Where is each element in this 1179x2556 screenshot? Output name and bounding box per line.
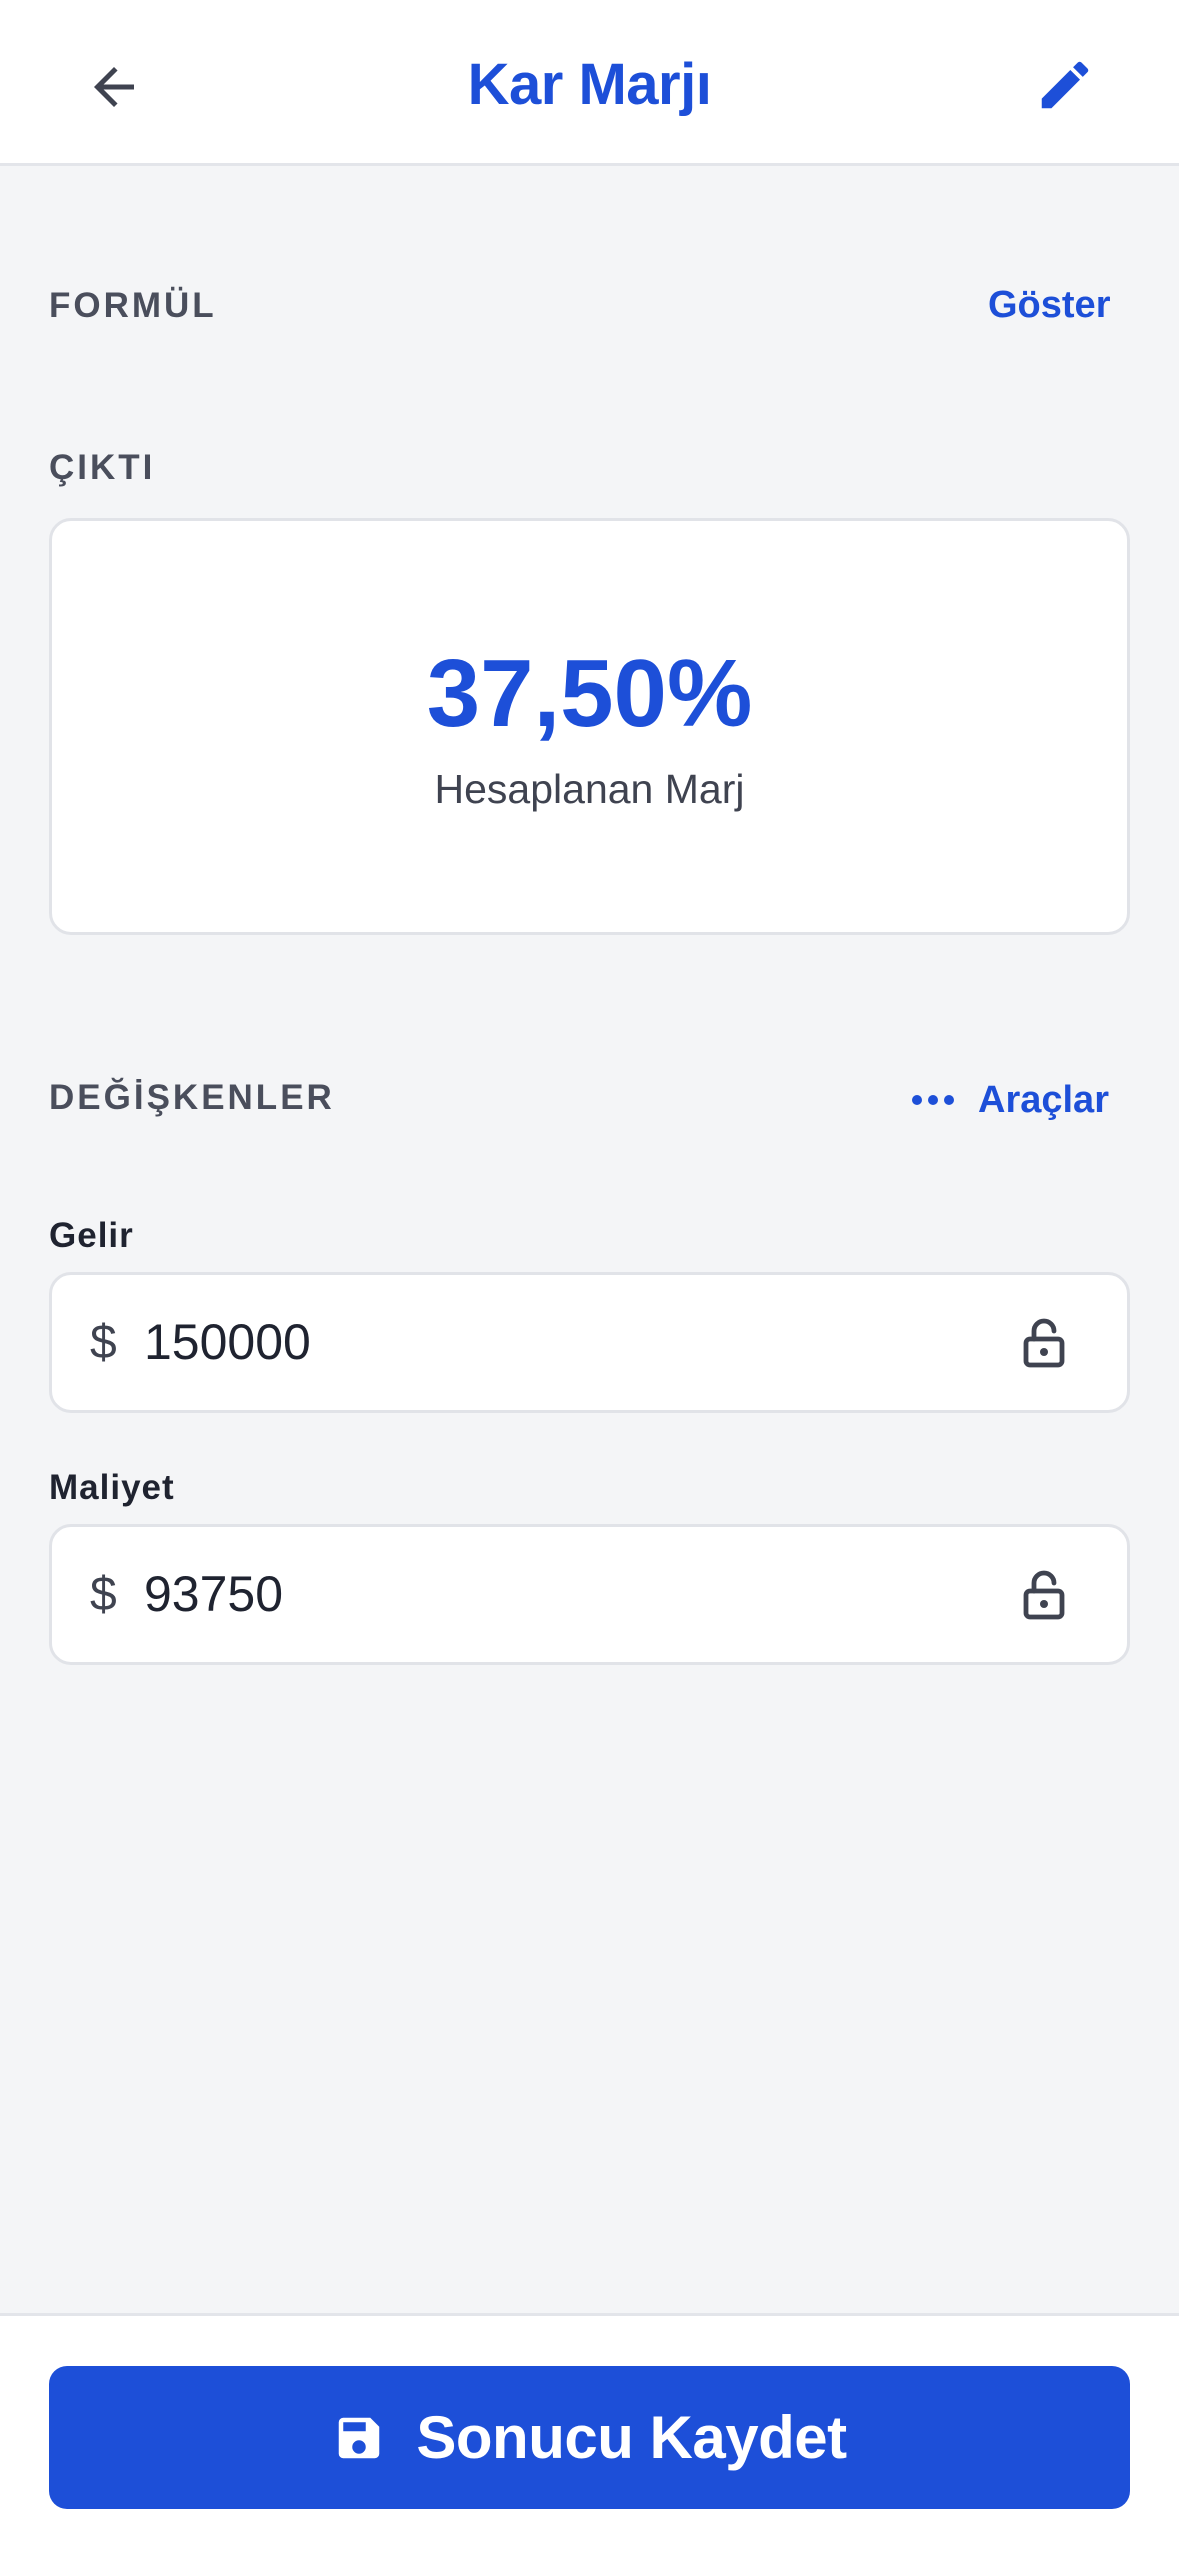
field-maliyet: $ bbox=[49, 1524, 1130, 1665]
top-bar: Kar Marjı bbox=[0, 0, 1179, 166]
lock-toggle-gelir[interactable] bbox=[1014, 1313, 1074, 1373]
output-caption: Hesaplanan Marj bbox=[434, 766, 745, 812]
unlock-icon bbox=[1023, 1570, 1065, 1620]
tools-label: Araçlar bbox=[978, 1078, 1109, 1121]
save-result-button[interactable]: Sonucu Kaydet bbox=[49, 2366, 1130, 2509]
field-label-gelir: Gelir bbox=[49, 1216, 134, 1255]
more-horizontal-icon bbox=[912, 1095, 954, 1105]
show-formula-link[interactable]: Göster bbox=[988, 284, 1110, 327]
app-screen: Kar Marjı FORMÜL Göster ÇIKTI 37,50% Hes… bbox=[0, 0, 1179, 2556]
currency-symbol: $ bbox=[90, 1568, 117, 1621]
output-section-label: ÇIKTI bbox=[49, 448, 156, 487]
save-result-label: Sonucu Kaydet bbox=[416, 2404, 847, 2471]
maliyet-input[interactable] bbox=[144, 1527, 944, 1662]
lock-toggle-maliyet[interactable] bbox=[1014, 1565, 1074, 1625]
bottom-bar: Sonucu Kaydet bbox=[0, 2313, 1179, 2556]
field-gelir: $ bbox=[49, 1272, 1130, 1413]
formula-section-label: FORMÜL bbox=[49, 286, 217, 325]
output-value: 37,50% bbox=[426, 640, 753, 747]
gelir-input[interactable] bbox=[144, 1275, 944, 1410]
floppy-disk-icon bbox=[332, 2411, 386, 2465]
tools-button[interactable]: Araçlar bbox=[912, 1072, 1109, 1128]
pencil-icon bbox=[1041, 61, 1089, 109]
page-title: Kar Marjı bbox=[467, 52, 712, 117]
variables-section-label: DEĞİŞKENLER bbox=[49, 1078, 335, 1117]
field-label-maliyet: Maliyet bbox=[49, 1468, 175, 1507]
edit-button[interactable] bbox=[1020, 40, 1110, 130]
unlock-icon bbox=[1023, 1318, 1065, 1368]
currency-symbol: $ bbox=[90, 1316, 117, 1369]
output-card: 37,50% Hesaplanan Marj bbox=[49, 518, 1130, 935]
